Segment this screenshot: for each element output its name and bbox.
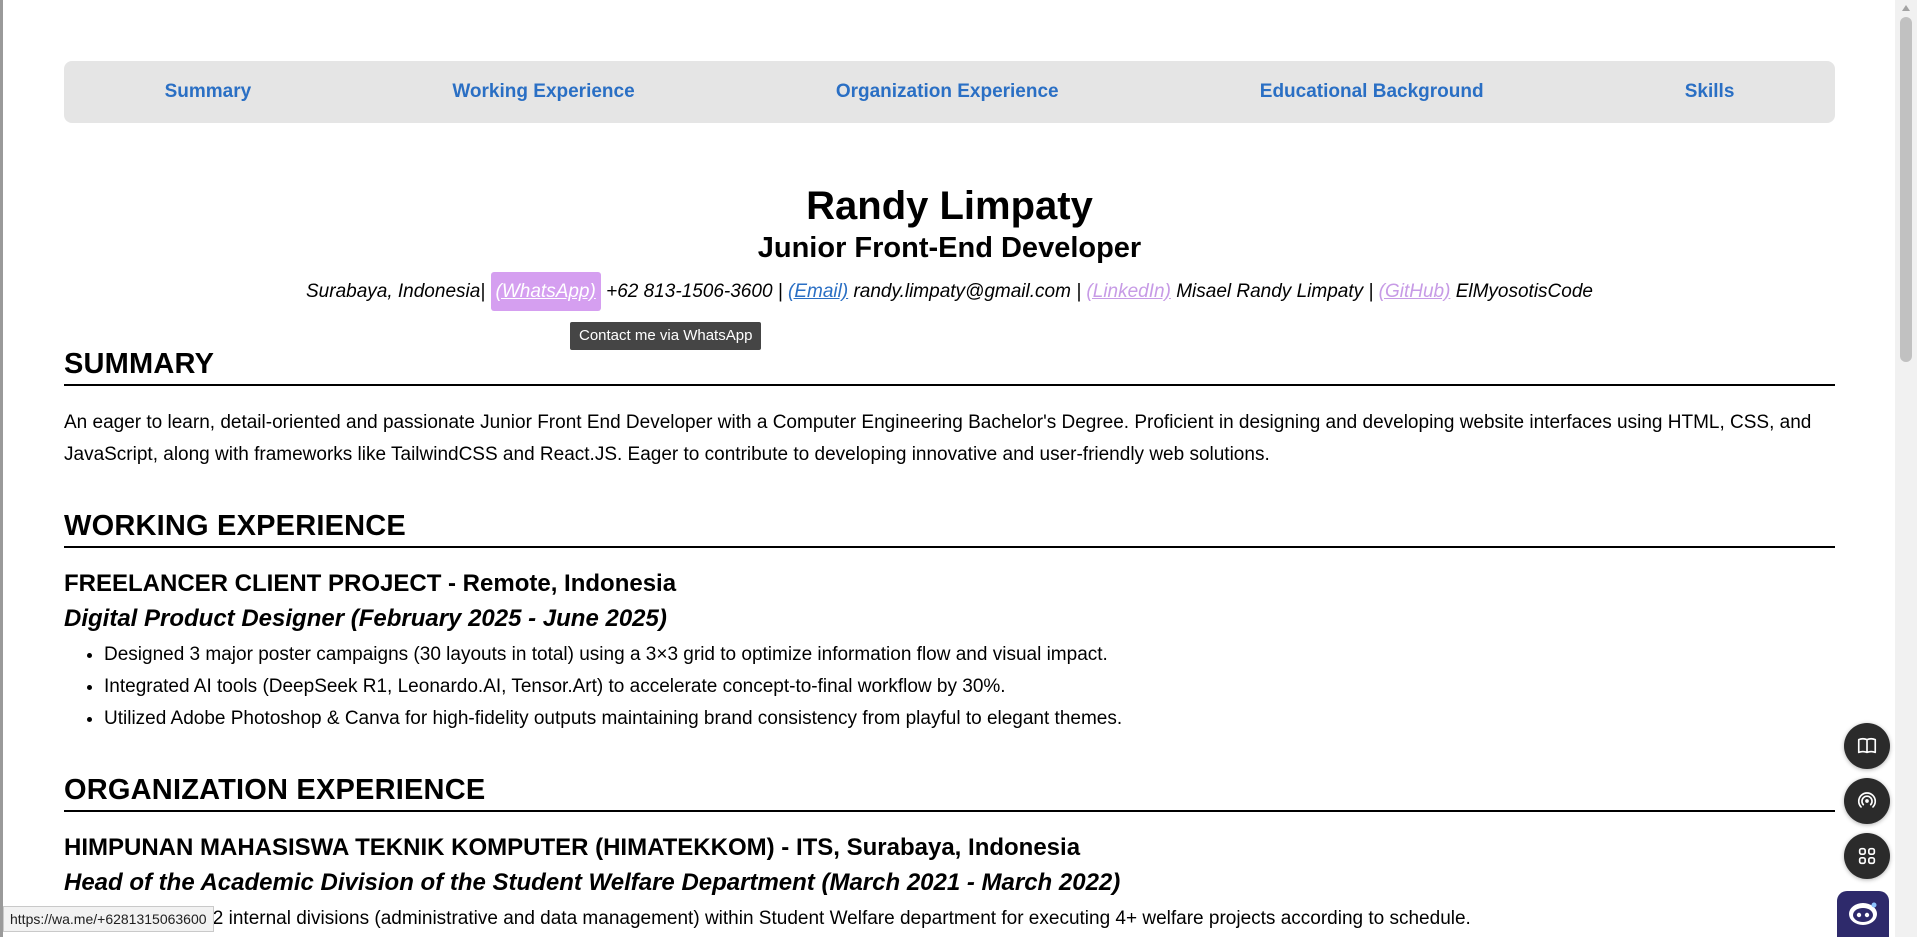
linkedin-link[interactable]: (LinkedIn) [1086, 281, 1171, 302]
working-org-title: FREELANCER CLIENT PROJECT - Remote, Indo… [64, 570, 677, 597]
scrollbar-thumb[interactable] [1900, 17, 1912, 362]
nav-link-educational-background[interactable]: Educational Background [1248, 81, 1496, 103]
nav-link-summary[interactable]: Summary [153, 81, 264, 103]
nav-link-working-experience[interactable]: Working Experience [440, 81, 646, 103]
organization-position-title: Head of the Academic Division of the Stu… [64, 869, 1121, 896]
apps-icon-button[interactable] [1844, 833, 1890, 879]
contact-line: Surabaya, Indonesia| (WhatsApp) +62 813-… [64, 270, 1835, 314]
list-item: Coordinated 2 internal divisions (admini… [104, 903, 1875, 935]
email-text: randy.limpaty@gmail.com [853, 281, 1071, 302]
apps-icon [1858, 847, 1876, 865]
linkedin-text: Misael Randy Limpaty [1176, 281, 1364, 302]
working-bullet-list: Designed 3 major poster campaigns (30 la… [64, 639, 1875, 735]
broadcast-icon [1857, 792, 1877, 808]
whatsapp-tooltip: Contact me via WhatsApp [570, 322, 762, 350]
separator: | [1368, 281, 1374, 302]
bot-icon [1849, 902, 1877, 925]
list-item: Utilized Adobe Photoshop & Canva for hig… [104, 703, 1875, 735]
organization-experience-heading: ORGANIZATION EXPERIENCE [64, 773, 1835, 812]
book-icon-button[interactable] [1844, 723, 1890, 769]
working-position-title: Digital Product Designer (February 2025 … [64, 605, 667, 632]
bot-assistant-button[interactable] [1837, 891, 1889, 937]
profile-header: Randy Limpaty Junior Front-End Developer… [64, 182, 1835, 314]
email-link[interactable]: (Email) [788, 281, 848, 302]
separator: | [777, 281, 783, 302]
resume-page: Summary Working Experience Organization … [3, 0, 1895, 937]
list-item: Designed 3 major poster campaigns (30 la… [104, 639, 1875, 671]
nav-link-organization-experience[interactable]: Organization Experience [824, 81, 1071, 103]
separator: | [480, 281, 486, 302]
page-scrollbar[interactable] [1895, 0, 1917, 937]
profile-role: Junior Front-End Developer [757, 232, 1142, 264]
list-item: Integrated AI tools (DeepSeek R1, Leonar… [104, 671, 1875, 703]
nav-link-skills[interactable]: Skills [1673, 81, 1747, 103]
top-navbar: Summary Working Experience Organization … [64, 61, 1835, 123]
scroll-up-arrow-icon[interactable] [1902, 5, 1910, 11]
broadcast-icon-button[interactable] [1844, 778, 1890, 824]
separator: | [1076, 281, 1082, 302]
summary-text: An eager to learn, detail-oriented and p… [64, 412, 1812, 465]
status-url-preview: https://wa.me/+6281315063600 [3, 906, 214, 932]
profile-name: Randy Limpaty [806, 184, 1093, 228]
github-text: ElMyosotisCode [1455, 281, 1593, 302]
phone-text: +62 813-1506-3600 [606, 281, 773, 302]
github-link[interactable]: (GitHub) [1379, 281, 1451, 302]
organization-org-title: HIMPUNAN MAHASISWA TEKNIK KOMPUTER (HIMA… [64, 834, 1081, 861]
book-icon [1857, 737, 1877, 754]
summary-heading: SUMMARY [64, 347, 1835, 386]
organization-bullet-list: Coordinated 2 internal divisions (admini… [64, 903, 1875, 935]
whatsapp-link[interactable]: (WhatsApp) [490, 272, 601, 311]
working-experience-heading: WORKING EXPERIENCE [64, 509, 1835, 548]
location-text: Surabaya, Indonesia [306, 281, 481, 302]
